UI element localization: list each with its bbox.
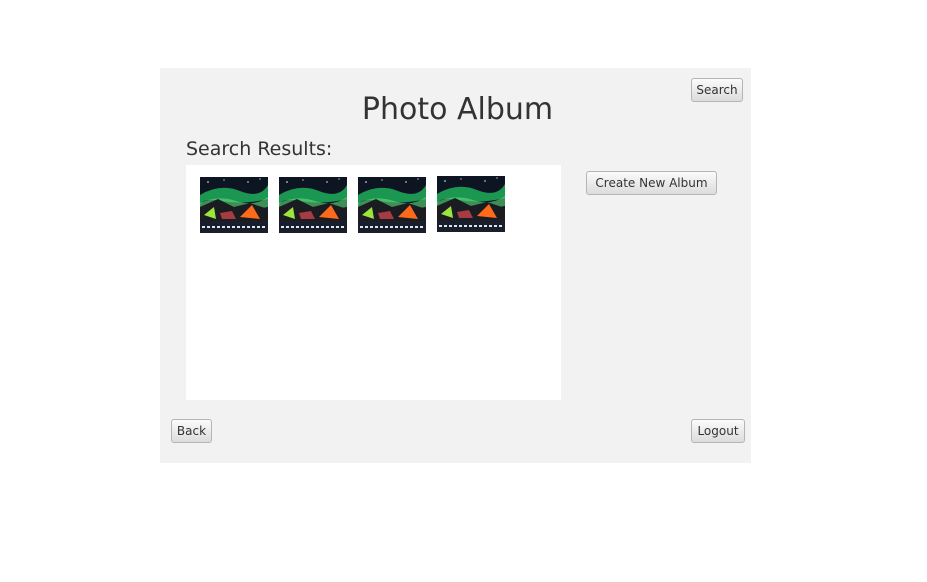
search-button[interactable]: Search [691,78,743,102]
aurora-photo-icon [279,177,347,233]
logout-button[interactable]: Logout [691,419,745,443]
back-button[interactable]: Back [171,419,212,443]
photo-thumbnail[interactable] [200,177,268,233]
search-results-panel [186,165,561,400]
aurora-photo-icon [437,176,505,232]
aurora-photo-icon [358,177,426,233]
aurora-photo-icon [200,177,268,233]
photo-thumbnail[interactable] [358,177,426,233]
create-new-album-button[interactable]: Create New Album [586,171,717,195]
photo-thumbnail[interactable] [279,177,347,233]
photo-thumbnail[interactable] [437,176,505,232]
page-title: Photo Album [361,92,554,127]
search-results-heading: Search Results: [186,138,333,160]
photo-album-window: Photo Album Search Search Results: Creat… [160,68,751,463]
